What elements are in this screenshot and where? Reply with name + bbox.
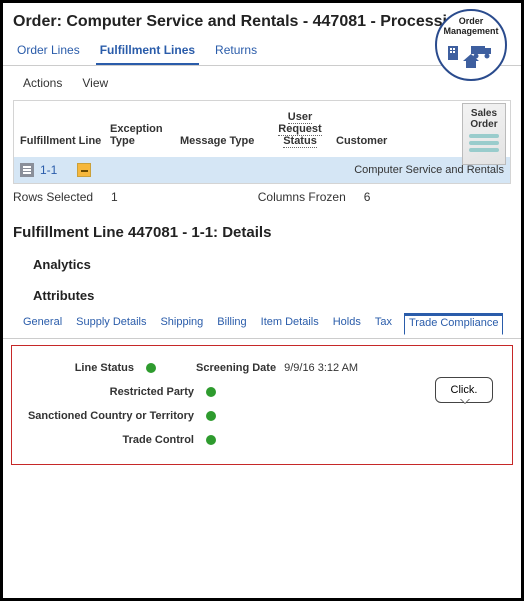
badge-title-line2: Management [437, 27, 505, 37]
attributes-heading[interactable]: Attributes [3, 280, 521, 311]
tab-order-lines[interactable]: Order Lines [13, 37, 84, 65]
app-frame: Order: Computer Service and Rentals - 44… [0, 0, 524, 601]
screening-date-value: 9/9/16 3:12 AM [284, 362, 358, 374]
tab-item-details[interactable]: Item Details [259, 313, 321, 334]
screening-date-label: Screening Date [196, 362, 284, 374]
restricted-party-dot [206, 387, 216, 397]
rows-selected-value: 1 [111, 190, 118, 204]
tab-trade-compliance[interactable]: Trade Compliance [404, 313, 503, 335]
trade-control-dot [206, 435, 216, 445]
tab-billing[interactable]: Billing [215, 313, 248, 334]
fulfillment-line-link[interactable]: 1-1 [40, 163, 57, 177]
order-management-badge: Order Management [435, 9, 507, 81]
row-customer-value: Computer Service and Rentals [354, 164, 504, 176]
grid-header: Fulfillment Line Exception Type Message … [14, 101, 510, 157]
sales-order-icon [463, 134, 505, 152]
col-exception-type[interactable]: Exception Type [110, 123, 180, 147]
analytics-heading[interactable]: Analytics [3, 249, 521, 280]
view-menu[interactable]: View [82, 76, 108, 90]
grid-footer: Rows Selected 1 Columns Frozen 6 [3, 184, 521, 210]
table-row[interactable]: 1-1 Computer Service and Rentals [14, 157, 510, 183]
trade-compliance-panel: Line Status Screening Date 9/9/16 3:12 A… [11, 345, 513, 465]
tab-returns[interactable]: Returns [211, 37, 261, 65]
columns-frozen-label: Columns Frozen [258, 190, 346, 204]
col-user-request-status[interactable]: User Request Status [270, 111, 330, 147]
col-fulfillment-line[interactable]: Fulfillment Line [20, 135, 110, 147]
line-status-dot [146, 363, 156, 373]
trade-control-label: Trade Control [22, 434, 202, 446]
line-status-label: Line Status [22, 362, 142, 374]
restricted-party-label: Restricted Party [22, 386, 202, 398]
row-document-icon [20, 163, 34, 177]
tab-general[interactable]: General [21, 313, 64, 334]
fulfillment-grid: Fulfillment Line Exception Type Message … [13, 100, 511, 184]
columns-frozen-value: 6 [364, 190, 371, 204]
tab-shipping[interactable]: Shipping [158, 313, 205, 334]
click-callout: Click. [435, 377, 493, 403]
details-section-title: Fulfillment Line 447081 - 1-1: Details [3, 210, 521, 249]
sanctioned-country-label: Sanctioned Country or Territory [22, 410, 202, 422]
sales-order-card[interactable]: Sales Order [462, 103, 506, 165]
tab-tax[interactable]: Tax [373, 313, 394, 334]
house-icon [463, 54, 479, 68]
rows-selected-label: Rows Selected [13, 190, 93, 204]
col-customer[interactable]: Customer [330, 135, 410, 147]
col-message-type[interactable]: Message Type [180, 135, 270, 147]
attribute-tabs: General Supply Details Shipping Billing … [3, 311, 521, 339]
tab-fulfillment-lines[interactable]: Fulfillment Lines [96, 37, 199, 65]
tab-holds[interactable]: Holds [331, 313, 363, 334]
actions-menu[interactable]: Actions [23, 76, 62, 90]
exception-warning-icon[interactable] [77, 163, 91, 177]
tab-supply-details[interactable]: Supply Details [74, 313, 148, 334]
sanctioned-country-dot [206, 411, 216, 421]
